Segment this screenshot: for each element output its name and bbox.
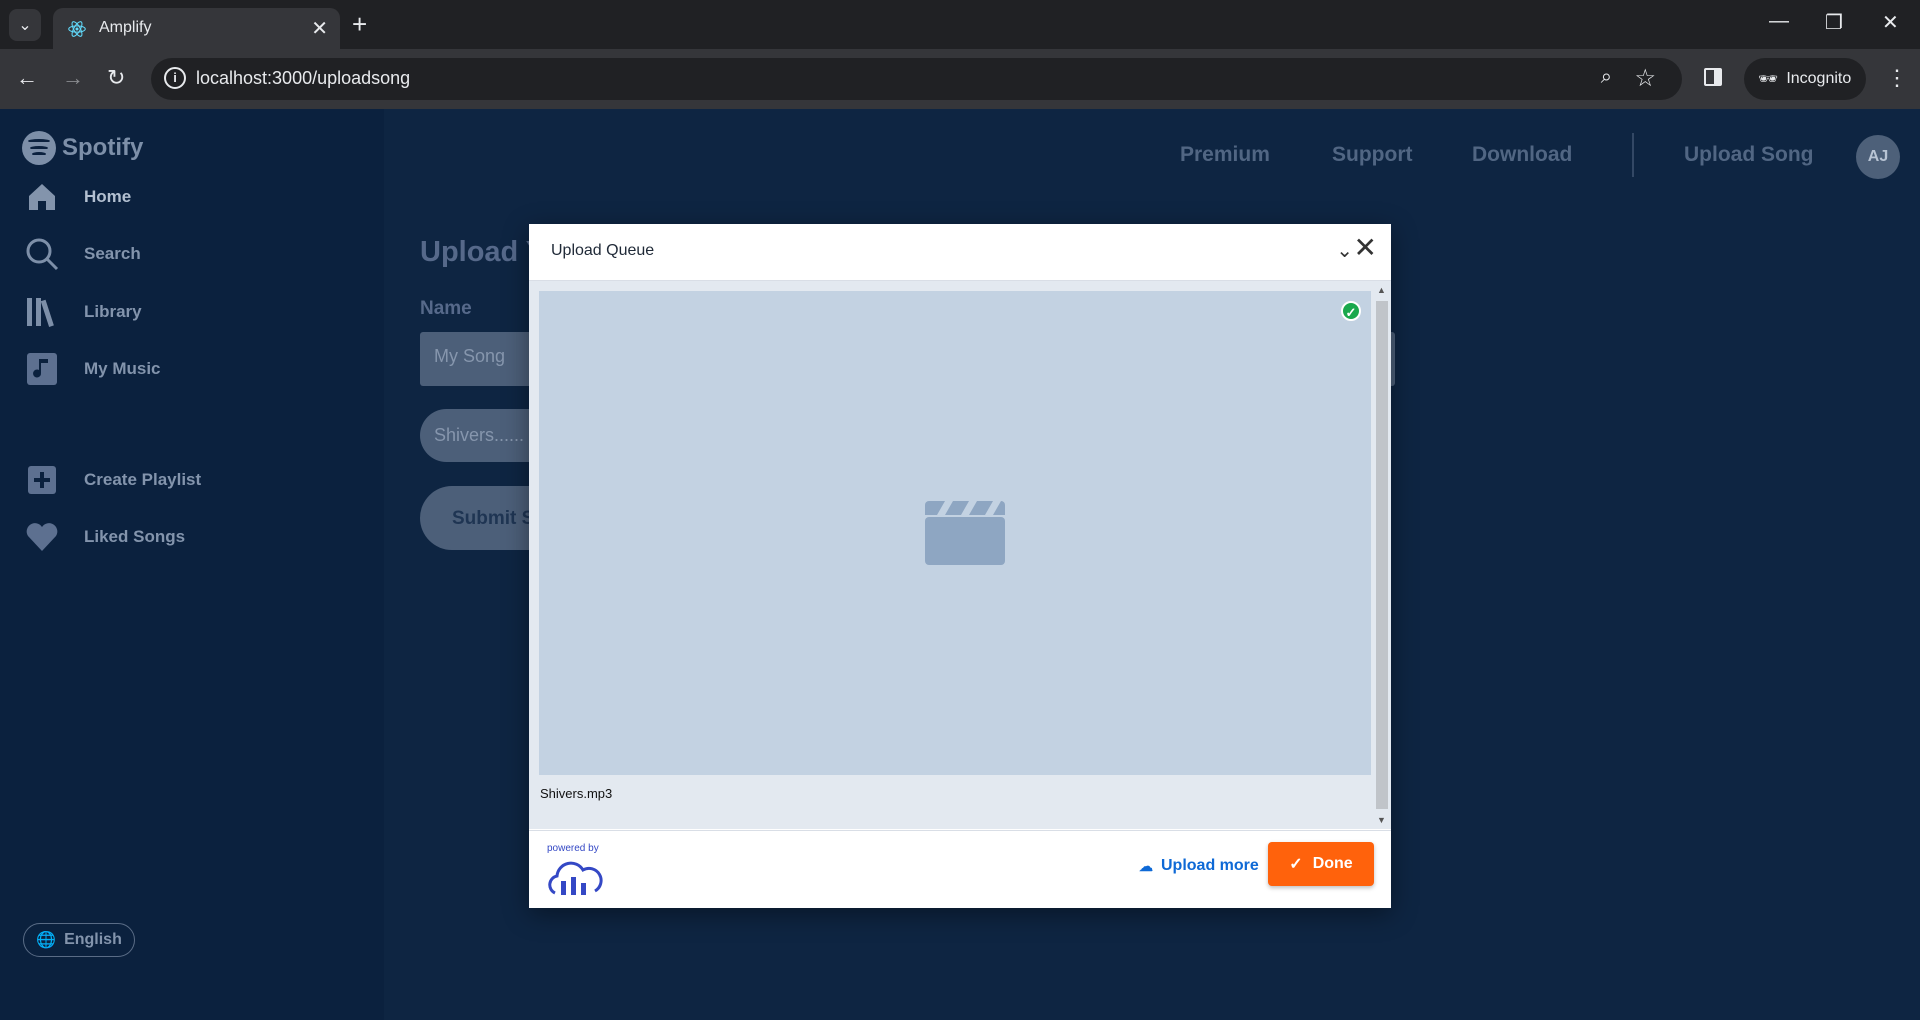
upload-success-check-icon: ✓ (1341, 301, 1361, 321)
browser-toolbar: ← → ↻ i localhost:3000/uploadsong ⌕ ☆ 🕶 … (0, 49, 1920, 109)
globe-icon: 🌐 (36, 932, 57, 949)
language-label: English (64, 931, 122, 948)
sidebar-item-search[interactable]: Search (24, 236, 141, 272)
scroll-down-icon[interactable]: ▼ (1377, 815, 1386, 825)
file-preview: ✓ (539, 291, 1371, 775)
cloud-upload-icon: ☁ (1139, 857, 1153, 874)
tab-title: Amplify (99, 19, 152, 36)
browser-menu-icon[interactable]: ⋮ (1886, 61, 1908, 95)
tab-search-button[interactable]: ⌄ (9, 9, 41, 41)
avatar[interactable]: AJ (1856, 135, 1900, 179)
sidebar: Spotify Home Search Library My Music Cre… (0, 109, 384, 1020)
file-name: Shivers.mp3 (540, 786, 613, 801)
powered-by-label: powered by (547, 843, 599, 854)
sidebar-item-label: My Music (84, 359, 161, 378)
search-icon (26, 238, 59, 271)
upload-more-label: Upload more (1161, 857, 1259, 874)
nav-support[interactable]: Support (1332, 143, 1412, 167)
home-icon (29, 184, 55, 210)
nav-download[interactable]: Download (1472, 143, 1572, 167)
cloudinary-logo-icon[interactable] (545, 861, 603, 897)
sidebar-item-home[interactable]: Home (24, 179, 131, 215)
upload-more-button[interactable]: ☁ Upload more (1139, 857, 1259, 875)
done-button[interactable]: ✓ Done (1268, 842, 1374, 886)
site-info-icon[interactable]: i (164, 67, 186, 89)
forward-icon[interactable]: → (62, 65, 84, 91)
page-title: Upload Y (420, 236, 546, 268)
library-icon (27, 298, 54, 327)
video-clapperboard-icon (925, 501, 1005, 565)
side-panel-icon[interactable] (1704, 68, 1722, 86)
sidebar-item-create-playlist[interactable]: Create Playlist (24, 462, 201, 498)
incognito-indicator[interactable]: 🕶 Incognito (1744, 58, 1866, 100)
nav-divider (1632, 133, 1634, 177)
upload-queue-dialog: Upload Queue ⌄ ✕ ✓ Shivers.mp3 ▲ ▼ power… (529, 224, 1391, 908)
upload-queue-list: ✓ Shivers.mp3 ▲ ▼ (529, 281, 1391, 829)
scrollbar-thumb[interactable] (1376, 301, 1388, 809)
browser-tab[interactable]: Amplify ✕ (53, 8, 340, 49)
bookmark-star-icon[interactable]: ☆ (1634, 64, 1656, 93)
browser-tab-bar: ⌄ Amplify ✕ + — ❐ ✕ (0, 0, 1920, 49)
url-text[interactable]: localhost:3000/uploadsong (196, 68, 410, 89)
reload-icon[interactable]: ↻ (107, 65, 125, 91)
incognito-icon: 🕶 (1758, 71, 1779, 88)
checkmark-icon: ✓ (1289, 856, 1303, 873)
name-label: Name (420, 298, 472, 319)
spotify-logo[interactable]: Spotify (22, 131, 143, 165)
sidebar-item-label: Create Playlist (84, 470, 202, 489)
spotify-icon (22, 131, 56, 165)
sidebar-item-label: Liked Songs (84, 527, 186, 546)
dialog-header: Upload Queue ⌄ ✕ (529, 224, 1391, 281)
dialog-footer: powered by ☁ Upload more ✓ Done (529, 830, 1391, 908)
new-tab-button[interactable]: + (352, 9, 367, 39)
minimize-icon[interactable]: — (1769, 10, 1789, 33)
nav-upload-song[interactable]: Upload Song (1684, 143, 1814, 167)
incognito-label: Incognito (1786, 70, 1852, 87)
window-close-icon[interactable]: ✕ (1882, 10, 1899, 35)
dialog-close-icon[interactable]: ✕ (1354, 234, 1377, 262)
sidebar-item-library[interactable]: Library (24, 294, 142, 330)
heart-icon (26, 523, 58, 551)
scroll-up-icon[interactable]: ▲ (1377, 285, 1386, 295)
nav-premium[interactable]: Premium (1180, 143, 1270, 167)
music-note-icon (27, 353, 57, 385)
address-bar[interactable]: i localhost:3000/uploadsong ⌕ ☆ (151, 58, 1682, 100)
restore-icon[interactable]: ❐ (1825, 10, 1843, 35)
sidebar-item-my-music[interactable]: My Music (24, 351, 161, 387)
tab-close-icon[interactable]: ✕ (311, 16, 328, 41)
react-favicon-icon (68, 21, 86, 37)
back-icon[interactable]: ← (16, 65, 38, 91)
language-button[interactable]: 🌐 English (23, 923, 135, 957)
done-label: Done (1312, 855, 1353, 872)
plus-icon (28, 466, 56, 494)
sidebar-item-liked-songs[interactable]: Liked Songs (24, 519, 185, 555)
collapse-chevron-icon[interactable]: ⌄ (1336, 238, 1353, 263)
sidebar-item-label: Library (84, 302, 142, 321)
sidebar-item-label: Search (84, 244, 141, 263)
logo-text: Spotify (62, 134, 144, 161)
scrollbar[interactable]: ▲ ▼ (1375, 283, 1389, 827)
sidebar-item-label: Home (84, 187, 132, 206)
dialog-title: Upload Queue (551, 242, 655, 259)
zoom-icon[interactable]: ⌕ (1601, 66, 1612, 89)
